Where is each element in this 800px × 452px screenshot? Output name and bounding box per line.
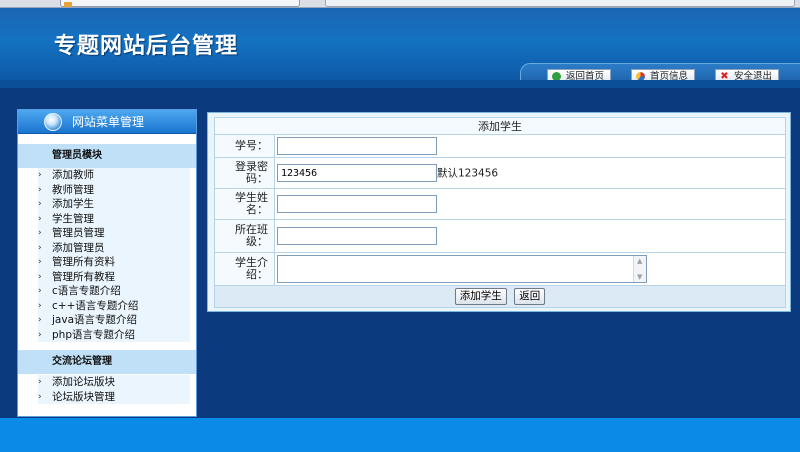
back-button[interactable]: 返回 [514, 288, 546, 305]
sidebar-item-forum-section-manage[interactable]: › 论坛版块管理 [38, 390, 190, 405]
intro-label: 学生介绍： [214, 252, 275, 286]
class-input[interactable] [277, 227, 437, 245]
intro-textarea[interactable]: ▲ ▼ [277, 255, 647, 283]
password-label: 登录密码： [214, 157, 275, 189]
sidebar-menu: 网站菜单管理 管理员模块 › 添加教师 › 教师管理 › 添加学生 › 学生管理 › 管理… [17, 109, 197, 417]
sidebar-item-c-intro[interactable]: › c语言专题介绍 [38, 284, 190, 299]
sidebar-item-admin-manage[interactable]: › 管理员管理 [38, 226, 190, 241]
arrow-right-icon: › [38, 170, 42, 180]
sidebar-item-label: 学生管理 [52, 212, 94, 225]
textarea-scrollbar[interactable]: ▲ ▼ [633, 256, 646, 282]
class-cell [274, 219, 786, 253]
arrow-right-icon: › [38, 199, 42, 209]
sidebar-item-label: 添加学生 [52, 198, 94, 210]
menu-group-admin: › 添加教师 › 教师管理 › 添加学生 › 学生管理 › 管理员管理 › 添加管理员 › 管… [38, 168, 190, 342]
arrow-right-icon: › [38, 242, 42, 253]
arrow-right-icon: › [38, 271, 42, 282]
sidebar-item-manage-tutorials[interactable]: › 管理所有教程 [38, 270, 190, 285]
site-title: 专题网站后台管理 [54, 34, 239, 59]
sidebar-item-label: 论坛版块管理 [52, 390, 115, 403]
menu-group-admin-title: 管理员模块 [18, 144, 196, 168]
add-student-form: 添加学生 学号： 登录密码： 默认123456 学生姓名： 所在班级： [214, 117, 786, 308]
class-label: 所在班级： [214, 219, 275, 253]
sidebar-item-label: 添加论坛版块 [52, 376, 115, 388]
add-student-panel: 添加学生 学号： 登录密码： 默认123456 学生姓名： 所在班级： [207, 112, 791, 312]
scroll-down-icon[interactable]: ▼ [637, 273, 642, 281]
browser-address-area[interactable] [325, 0, 795, 7]
password-hint: 默认123456 [437, 167, 499, 180]
arrow-right-icon: › [38, 286, 42, 296]
sidebar-item-add-admin[interactable]: › 添加管理员 [38, 241, 190, 256]
sidebar-item-manage-materials[interactable]: › 管理所有资料 [38, 255, 190, 270]
sidebar-item-teacher-manage[interactable]: › 教师管理 [38, 183, 190, 198]
arrow-right-icon: › [38, 184, 42, 195]
arrow-right-icon: › [38, 257, 42, 267]
sidebar-item-label: 管理所有教程 [52, 270, 115, 283]
site-header: 专题网站后台管理 返回首页 首页信息 ✖ 安全退出 [0, 8, 800, 87]
password-cell: 默认123456 [274, 157, 786, 189]
header-band [0, 80, 800, 88]
sidebar-item-label: 管理所有资料 [52, 256, 115, 268]
add-student-button[interactable]: 添加学生 [454, 288, 507, 305]
sidebar-header: 网站菜单管理 [18, 110, 196, 134]
sidebar-title: 网站菜单管理 [72, 115, 145, 129]
sidebar-item-label: c++语言专题介绍 [52, 299, 139, 312]
sidebar-item-label: 添加教师 [52, 169, 94, 181]
sidebar-item-java-intro[interactable]: › java语言专题介绍 [38, 313, 190, 328]
student-name-label: 学生姓名： [214, 188, 275, 220]
arrow-right-icon: › [38, 315, 42, 325]
sidebar-item-label: 添加管理员 [52, 241, 105, 254]
browser-tab[interactable] [60, 0, 300, 7]
password-input[interactable] [277, 164, 437, 182]
browser-tab-strip [0, 0, 800, 8]
globe-icon [44, 113, 62, 131]
arrow-right-icon: › [38, 300, 42, 311]
sidebar-item-label: 教师管理 [52, 183, 94, 196]
student-id-cell [274, 134, 786, 158]
footer-bar [0, 418, 800, 452]
student-id-label: 学号： [214, 134, 275, 158]
arrow-right-icon: › [38, 377, 42, 387]
sidebar-item-add-forum-section[interactable]: › 添加论坛版块 [38, 375, 190, 390]
sidebar-item-add-teacher[interactable]: › 添加教师 [38, 168, 190, 183]
intro-cell: ▲ ▼ [274, 252, 786, 286]
sidebar-item-cpp-intro[interactable]: › c++语言专题介绍 [38, 299, 190, 314]
menu-group-forum: › 添加论坛版块 › 论坛版块管理 [38, 375, 190, 404]
sidebar-item-label: c语言专题介绍 [52, 285, 121, 297]
student-name-input[interactable] [277, 195, 437, 213]
student-name-cell [274, 188, 786, 220]
sidebar-item-add-student[interactable]: › 添加学生 [38, 197, 190, 212]
menu-group-forum-title: 交流论坛管理 [18, 350, 196, 374]
form-actions: 添加学生 返回 [214, 285, 786, 308]
arrow-right-icon: › [38, 228, 42, 238]
sidebar-item-label: php语言专题介绍 [52, 328, 135, 341]
sidebar-item-label: 管理员管理 [52, 227, 105, 239]
sidebar-item-label: java语言专题介绍 [52, 314, 137, 326]
scroll-up-icon[interactable]: ▲ [637, 257, 642, 265]
arrow-right-icon: › [38, 329, 42, 340]
arrow-right-icon: › [38, 391, 42, 402]
sidebar-item-php-intro[interactable]: › php语言专题介绍 [38, 328, 190, 343]
arrow-right-icon: › [38, 213, 42, 224]
form-title: 添加学生 [214, 117, 786, 135]
student-id-input[interactable] [277, 137, 437, 155]
sidebar-item-student-manage[interactable]: › 学生管理 [38, 212, 190, 227]
